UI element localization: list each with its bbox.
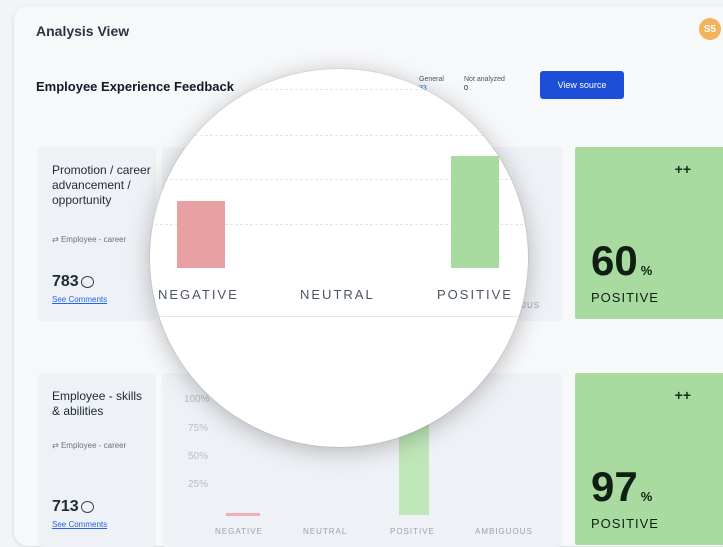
positive-summary-card: ++ 60% POSITIVE (575, 147, 723, 319)
comment-count-value: 783 (52, 273, 79, 290)
see-comments-link[interactable]: See Comments (52, 520, 107, 529)
positive-percent: 60% (591, 237, 652, 285)
see-comments-link[interactable]: See Comments (52, 295, 107, 304)
trend-indicator: ++ (674, 161, 691, 177)
comment-count-value: 713 (52, 498, 79, 515)
section-title: Employee Experience Feedback (36, 79, 234, 94)
axis-label-neutral: NEUTRAL (303, 527, 348, 536)
axis-label-neutral: NEUTRAL (300, 287, 375, 302)
bar-negative (177, 201, 225, 268)
topic-card-promotion: Promotion / career advancement / opportu… (38, 147, 156, 321)
page-title: Analysis View (36, 23, 130, 39)
magnifier-lens: NEGATIVE NEUTRAL POSITIVE (150, 69, 528, 447)
y-tick: 25% (188, 479, 209, 490)
lens-divider (150, 316, 528, 317)
percent-sign: % (640, 263, 653, 278)
grid-line (150, 89, 528, 90)
percent-sign: % (640, 489, 653, 504)
positive-summary-card: ++ 97% POSITIVE (575, 373, 723, 545)
axis-label-ambiguous: AMBIGUOUS (475, 527, 533, 536)
stat-general-label: General (419, 76, 444, 83)
topic-category-label: Employee - career (60, 441, 127, 450)
link-icon: ⇄ (52, 441, 59, 450)
stat-not-analyzed: Not analyzed 0 (464, 75, 505, 93)
topic-category: ⇄ Employee - career (52, 441, 126, 451)
comment-icon (80, 500, 94, 513)
grid-line (150, 135, 528, 136)
view-source-button[interactable]: View source (540, 71, 624, 99)
axis-label-positive: POSITIVE (437, 287, 513, 302)
topic-category: ⇄ Employee - career (52, 235, 126, 245)
positive-label: POSITIVE (591, 516, 659, 531)
comment-count: 783 (52, 273, 94, 291)
stat-not-analyzed-label: Not analyzed (464, 76, 505, 83)
positive-percent-value: 97 (591, 463, 638, 510)
comment-icon (80, 275, 94, 288)
comment-count: 713 (52, 498, 94, 516)
user-avatar[interactable]: S5 (699, 18, 721, 40)
topic-category-label: Employee - career (60, 235, 127, 244)
y-tick: 75% (188, 423, 209, 434)
trend-indicator: ++ (674, 387, 691, 403)
positive-percent-value: 60 (591, 237, 638, 284)
link-icon: ⇄ (52, 235, 59, 244)
topic-title: Employee - skills & abilities (52, 389, 143, 418)
axis-label-ambiguous-partial: JUS (522, 301, 541, 310)
bar-negative (226, 513, 260, 516)
positive-label: POSITIVE (591, 290, 659, 305)
bar-positive (451, 156, 499, 268)
y-tick: 50% (188, 451, 209, 462)
axis-label-positive: POSITIVE (390, 527, 435, 536)
axis-label-negative: NEGATIVE (215, 527, 263, 536)
topic-title: Promotion / career advancement / opportu… (52, 163, 151, 207)
y-tick: 100% (184, 394, 210, 405)
positive-percent: 97% (591, 463, 652, 511)
topic-card-skills: Employee - skills & abilities ⇄ Employee… (38, 373, 156, 547)
axis-label-negative: NEGATIVE (158, 287, 239, 302)
